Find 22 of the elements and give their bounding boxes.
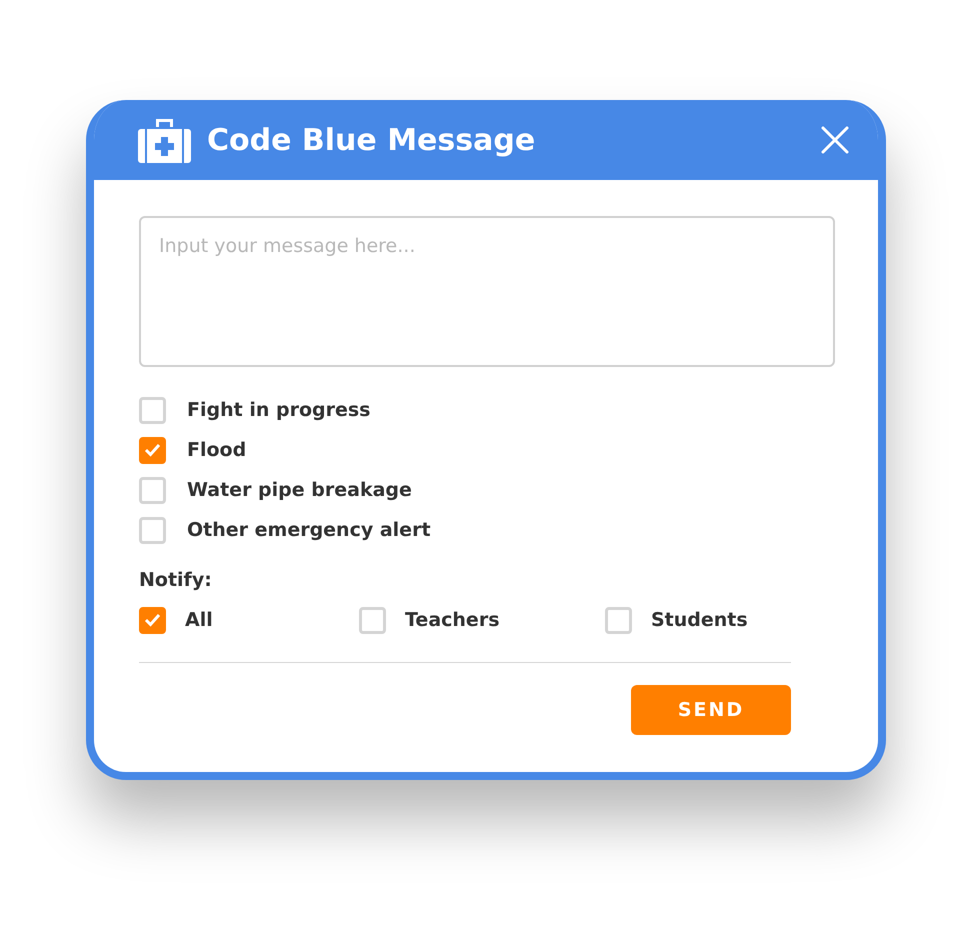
checkbox[interactable]	[139, 606, 166, 634]
checkbox[interactable]	[605, 606, 632, 634]
option-label: Flood	[187, 438, 246, 463]
check-icon	[144, 443, 161, 457]
checkbox[interactable]	[139, 436, 166, 464]
checkbox[interactable]	[359, 606, 386, 634]
option-label: All	[185, 608, 213, 633]
checkbox[interactable]	[139, 516, 166, 544]
option-label: Water pipe breakage	[187, 478, 412, 503]
notify-label: Notify:	[139, 568, 213, 593]
option-label: Other emergency alert	[187, 518, 431, 543]
checkbox[interactable]	[139, 396, 166, 424]
option-label: Fight in progress	[187, 398, 370, 423]
option-label: Teachers	[405, 608, 500, 633]
window-title: Code Blue Message	[207, 122, 536, 160]
checkbox[interactable]	[139, 476, 166, 504]
first-aid-kit-icon	[138, 117, 191, 163]
close-button[interactable]	[820, 125, 850, 155]
option-label: Students	[651, 608, 748, 633]
send-button[interactable]: SEND	[631, 685, 791, 735]
message-field[interactable]: Input your message here...	[139, 216, 835, 367]
check-icon	[144, 613, 161, 627]
